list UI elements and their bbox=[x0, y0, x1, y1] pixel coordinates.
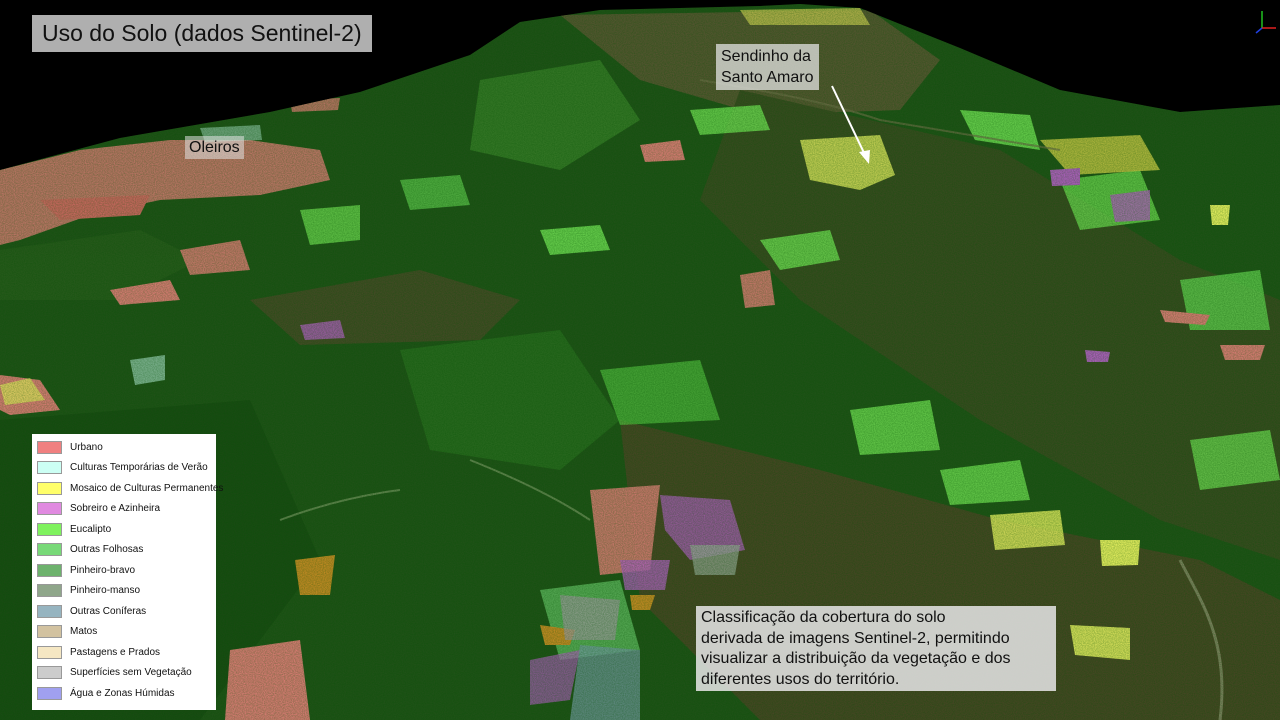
land-use-legend: Urbano Culturas Temporárias de Verão Mosai… bbox=[32, 434, 223, 710]
legend-swatch bbox=[37, 461, 62, 475]
legend-item: Outras Coníferas bbox=[37, 601, 216, 622]
legend-item: Pastagens e Prados bbox=[37, 642, 216, 663]
place-label-sendinho: Sendinho da Santo Amaro bbox=[716, 44, 819, 90]
legend-label: Superfícies sem Vegetação bbox=[70, 667, 192, 679]
legend-label: Água e Zonas Húmidas bbox=[70, 687, 175, 699]
legend-swatch bbox=[37, 604, 62, 618]
legend-swatch bbox=[37, 666, 62, 680]
legend-swatch bbox=[37, 584, 62, 598]
legend-label: Pinheiro-manso bbox=[70, 585, 141, 597]
legend-label: Pinheiro-bravo bbox=[70, 564, 136, 576]
legend-label: Urbano bbox=[70, 441, 103, 453]
legend-swatch bbox=[37, 502, 62, 516]
description-line: Classificação da cobertura do solo bbox=[701, 609, 946, 626]
legend-swatch bbox=[37, 440, 62, 454]
legend-swatch bbox=[37, 543, 62, 557]
legend-item: Pinheiro-manso bbox=[37, 581, 216, 602]
legend-label: Pastagens e Prados bbox=[70, 646, 161, 658]
legend-label: Outras Folhosas bbox=[70, 544, 144, 556]
legend-label: Outras Coníferas bbox=[70, 605, 147, 617]
legend-label: Sobreiro e Azinheira bbox=[70, 503, 161, 515]
legend-item: Água e Zonas Húmidas bbox=[37, 683, 216, 704]
legend-swatch bbox=[37, 522, 62, 536]
legend-label: Mosaico de Culturas Permanentes bbox=[70, 482, 224, 494]
description-box: Classificação da cobertura do solo deriv… bbox=[696, 606, 1056, 691]
legend-swatch bbox=[37, 645, 62, 659]
map-title: Uso do Solo (dados Sentinel-2) bbox=[32, 15, 372, 52]
legend-item: Superfícies sem Vegetação bbox=[37, 663, 216, 684]
legend-item: Matos bbox=[37, 622, 216, 643]
legend-swatch bbox=[37, 625, 62, 639]
description-line: diferentes usos do território. bbox=[701, 670, 900, 688]
place-label-sendinho-line-2: Santo Amaro bbox=[721, 69, 814, 86]
legend-item: Outras Folhosas bbox=[37, 540, 216, 561]
orientation-axes-icon bbox=[1255, 11, 1276, 34]
legend-swatch bbox=[37, 481, 62, 495]
legend-swatch bbox=[37, 563, 62, 577]
place-label-sendinho-line-1: Sendinho da bbox=[721, 48, 811, 65]
legend-swatch bbox=[37, 686, 62, 700]
legend-item: Pinheiro-bravo bbox=[37, 560, 216, 581]
legend-label: Eucalipto bbox=[70, 523, 112, 535]
legend-label: Matos bbox=[70, 626, 98, 638]
description-line: derivada de imagens Sentinel-2, permitin… bbox=[701, 629, 1010, 647]
legend-item: Mosaico de Culturas Permanentes bbox=[37, 478, 223, 499]
legend-item: Urbano bbox=[37, 437, 216, 458]
legend-item: Sobreiro e Azinheira bbox=[37, 499, 216, 520]
description-line: visualizar a distribuição da vegetação e… bbox=[701, 650, 1011, 667]
place-label-oleiros: Oleiros bbox=[185, 136, 244, 159]
legend-item: Eucalipto bbox=[37, 519, 216, 540]
legend-label: Culturas Temporárias de Verão bbox=[70, 462, 208, 474]
legend-item: Culturas Temporárias de Verão bbox=[37, 458, 216, 479]
